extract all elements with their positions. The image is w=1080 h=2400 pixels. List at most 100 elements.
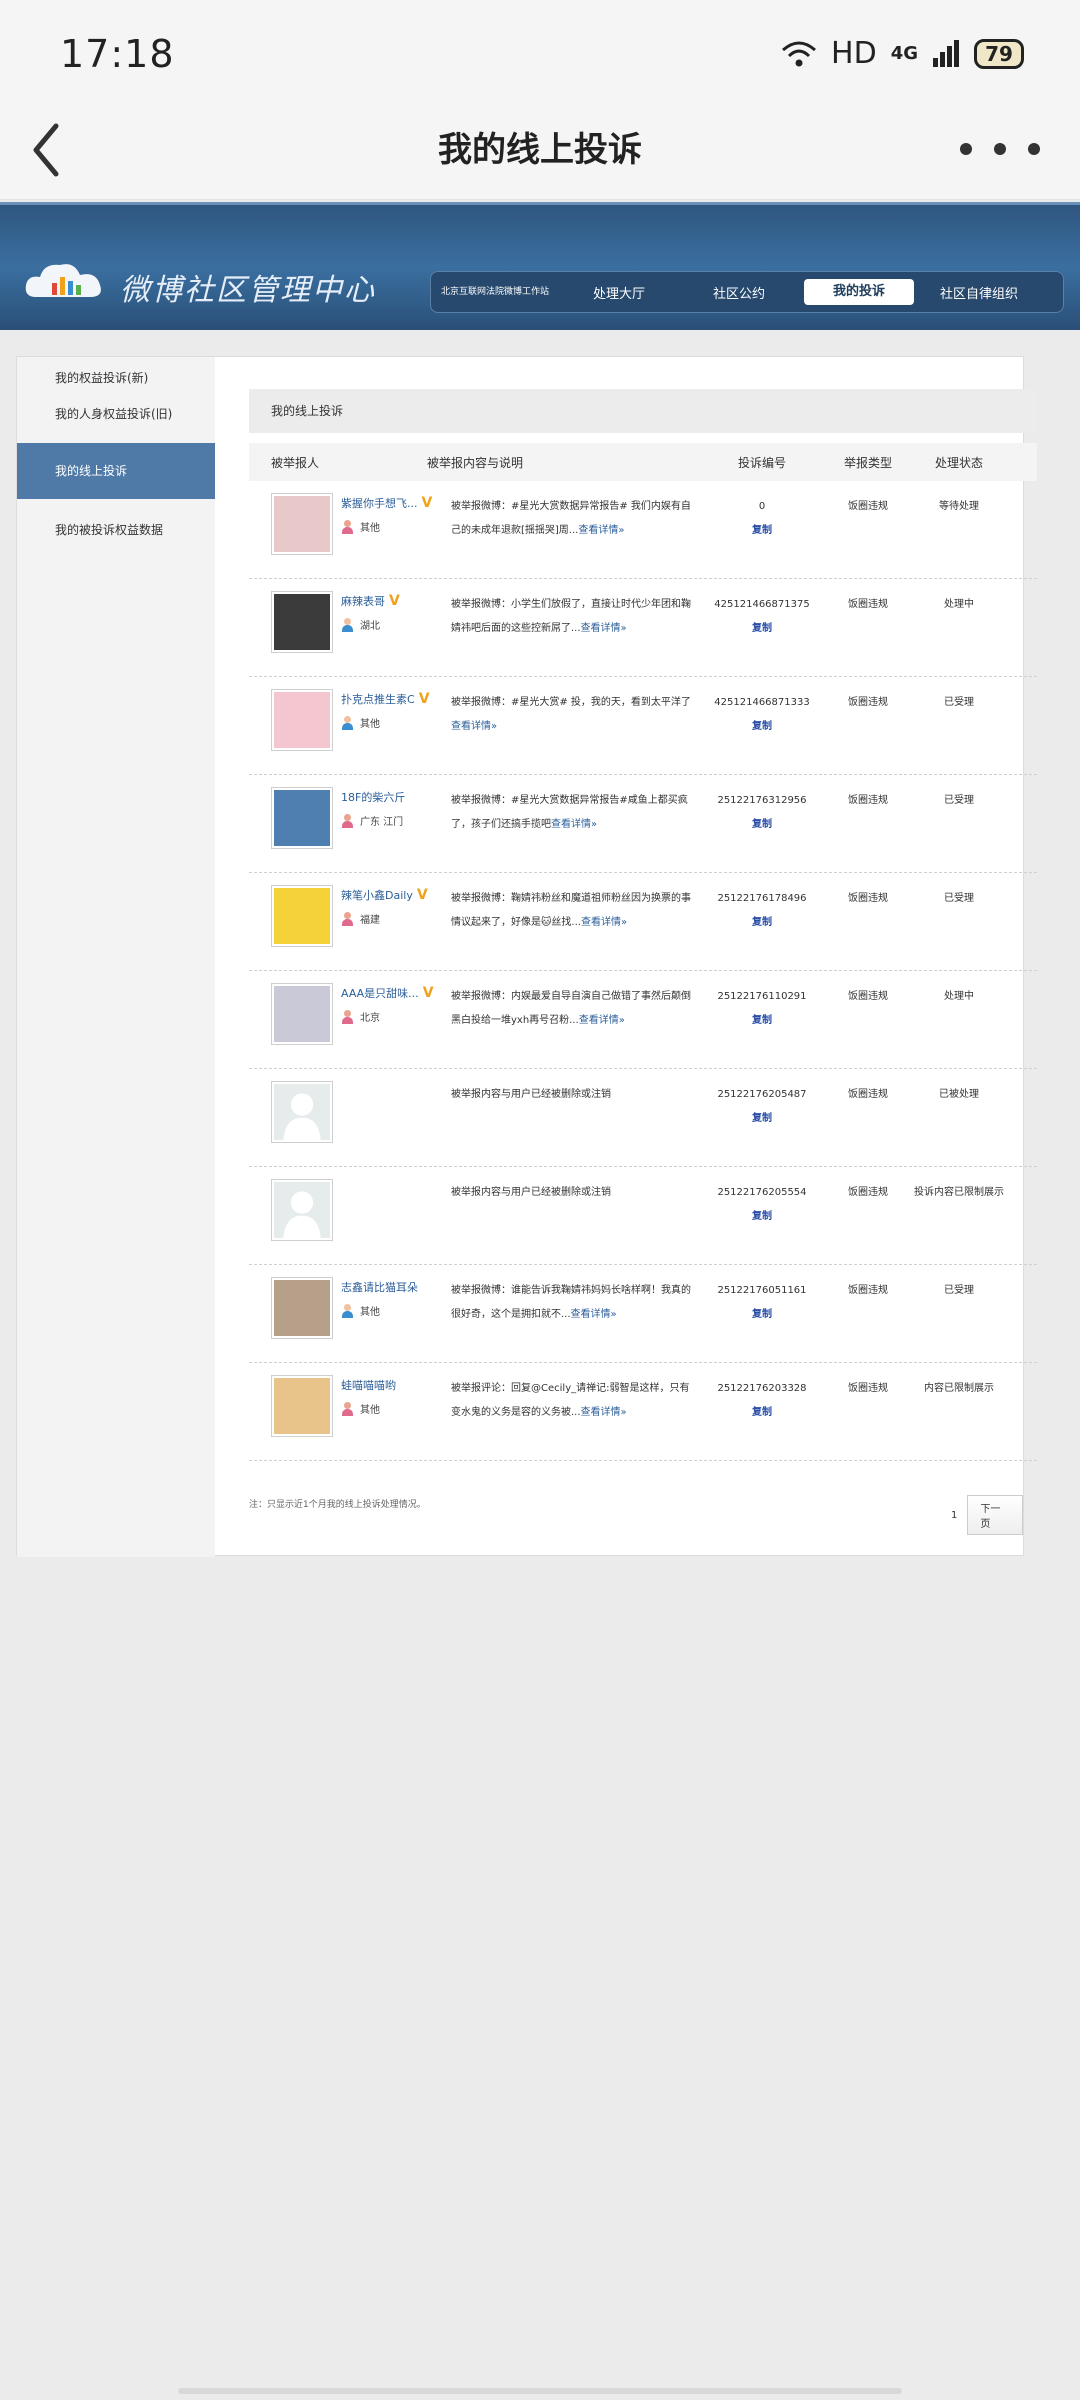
table-row: 被举报内容与用户已经被删除或注销 25122176205487 复制 饭圈违规 已被处理 [249, 1069, 1037, 1167]
reported-user-name[interactable]: 志鑫请比猫耳朵 [341, 1279, 418, 1295]
complaint-content: 被举报内容与用户已经被删除或注销 [451, 1181, 696, 1205]
reported-user-name[interactable]: 18F的柴六斤 [341, 789, 405, 805]
user-location: 其他 [341, 1401, 380, 1416]
copy-link[interactable]: 复制 [702, 519, 822, 543]
avatar[interactable] [271, 689, 333, 751]
female-user-icon [341, 911, 354, 926]
content-text: 被举报微博：#星光大赏数据异常报告# 我们内娱有自己的未成年退款[揺揺哭]周..… [451, 501, 691, 536]
avatar[interactable] [271, 1277, 333, 1339]
reported-user-name[interactable]: 紫握你手想飞... V [341, 495, 432, 511]
reported-user-nick[interactable]: 志鑫请比猫耳朵 [341, 1281, 418, 1294]
reported-user-nick[interactable]: 辣笔小鑫Daily [341, 889, 413, 902]
report-type: 饭圈违规 [848, 1187, 888, 1198]
table-row: 蛙喵喵喵哟其他 被举报评论：回复@Cecily_请禅记:弱智是这样，只有变水鬼的义… [249, 1363, 1037, 1461]
status-bar: 17:18 HD 4G 79 [0, 0, 1080, 100]
avatar[interactable] [271, 493, 333, 555]
reported-user-nick[interactable]: 扑克点推生素C [341, 693, 415, 706]
default-avatar-icon [274, 1182, 330, 1238]
table-row: 麻辣表哥 V 湖北 被举报微博：小学生们放假了，直接让时代少年团和鞠婧祎吧后面的这些控… [249, 579, 1037, 677]
copy-link[interactable]: 复制 [702, 1205, 822, 1229]
table-row: 志鑫请比猫耳朵 其他 被举报微博：谁能告诉我鞠婧祎妈妈长啥样啊！我真的很好奇，这个是… [249, 1265, 1037, 1363]
next-page-button[interactable]: 下一页 [967, 1495, 1023, 1535]
view-detail-link[interactable]: 查看详情» [451, 721, 497, 732]
side-item-online-complaints[interactable]: 我的线上投诉 [17, 443, 215, 499]
avatar[interactable] [271, 1375, 333, 1437]
view-detail-link[interactable]: 查看详情» [581, 917, 627, 928]
view-detail-link[interactable]: 查看详情» [581, 1407, 627, 1418]
view-detail-link[interactable]: 查看详情» [551, 819, 597, 830]
content-text: 被举报内容与用户已经被删除或注销 [451, 1089, 611, 1100]
reported-user-name[interactable]: 蛙喵喵喵哟 [341, 1377, 396, 1393]
avatar[interactable] [271, 983, 333, 1045]
avatar[interactable] [271, 885, 333, 947]
male-user-icon [341, 715, 354, 730]
complaint-id: 25122176203328 [717, 1383, 807, 1394]
side-item-complained-data[interactable]: 我的被投诉权益数据 [17, 511, 215, 549]
side-item-rights-new[interactable]: 我的权益投诉(新) [17, 361, 215, 395]
male-user-icon [341, 617, 354, 632]
complaint-content: 被举报微博：鞠婧祎粉丝和魔道祖师粉丝因为换票的事情议起来了，好像是🐱丝找...查… [451, 887, 696, 935]
battery-icon: 79 [974, 38, 1024, 69]
complaint-id-cell: 25122176110291 复制 [702, 985, 822, 1033]
reported-user-name[interactable]: 麻辣表哥 V [341, 593, 400, 609]
content-text: 被举报微博：鞠婧祎粉丝和魔道祖师粉丝因为换票的事情议起来了，好像是🐱丝找... [451, 893, 691, 928]
view-detail-link[interactable]: 查看详情» [571, 1309, 617, 1320]
nav-self-regulation[interactable]: 社区自律组织 [919, 283, 1039, 302]
complaint-content: 被举报微博：#星光大赏# 投，我的天，看到太平洋了查看详情» [451, 691, 696, 739]
default-avatar-icon [274, 1084, 330, 1140]
copy-link[interactable]: 复制 [702, 813, 822, 837]
complaint-id: 25122176110291 [717, 991, 807, 1002]
reported-user-name[interactable]: AAA是只甜味... V [341, 985, 434, 1001]
complaint-id-cell: 425121466871375 复制 [702, 593, 822, 641]
side-item-personal-rights-old[interactable]: 我的人身权益投诉(旧) [17, 395, 215, 433]
complaint-id: 25122176051161 [717, 1285, 807, 1296]
avatar-image [274, 1280, 330, 1336]
view-detail-link[interactable]: 查看详情» [581, 623, 627, 634]
nav-hall[interactable]: 处理大厅 [559, 283, 679, 302]
reported-user-nick[interactable]: 紫握你手想飞... [341, 497, 418, 510]
nav-convention[interactable]: 社区公约 [679, 283, 799, 302]
nav-my-complaints[interactable]: 我的投诉 [804, 279, 914, 305]
complaint-id: 0 [758, 501, 766, 512]
copy-link[interactable]: 复制 [702, 1401, 822, 1425]
complaint-content: 被举报微博：#星光大赏数据异常报告# 我们内娱有自己的未成年退款[揺揺哭]周..… [451, 495, 696, 543]
avatar[interactable] [271, 787, 333, 849]
copy-link[interactable]: 复制 [702, 911, 822, 935]
copy-link[interactable]: 复制 [702, 617, 822, 641]
user-location: 湖北 [341, 617, 380, 632]
complaint-content: 被举报内容与用户已经被删除或注销 [451, 1083, 696, 1107]
reported-user-name[interactable]: 扑克点推生素C V [341, 691, 430, 707]
more-button[interactable] [960, 124, 1040, 174]
view-detail-link[interactable]: 查看详情» [579, 1015, 625, 1026]
reported-user-nick[interactable]: 麻辣表哥 [341, 595, 385, 608]
copy-link[interactable]: 复制 [702, 1303, 822, 1327]
avatar-image [274, 1378, 330, 1434]
reported-user-nick[interactable]: 蛙喵喵喵哟 [341, 1379, 396, 1392]
complaint-content: 被举报评论：回复@Cecily_请禅记:弱智是这样，只有变水鬼的义务是容的义务被… [451, 1377, 696, 1425]
avatar[interactable] [271, 591, 333, 653]
avatar-image [274, 888, 330, 944]
status-text: 已被处理 [939, 1089, 979, 1100]
reported-user-nick[interactable]: 18F的柴六斤 [341, 791, 405, 804]
copy-link[interactable]: 复制 [702, 715, 822, 739]
user-location: 福建 [341, 911, 380, 926]
view-detail-link[interactable]: 查看详情» [578, 525, 624, 536]
copy-link[interactable]: 复制 [702, 1107, 822, 1131]
nav-court-station[interactable]: 北京互联网法院微博工作站 [431, 286, 559, 298]
table-header: 被举报人 被举报内容与说明 投诉编号 举报类型 处理状态 [249, 443, 1037, 481]
battery-level: 79 [985, 41, 1013, 66]
female-user-icon [341, 519, 354, 534]
status-text: 已受理 [944, 795, 974, 806]
app-bar: 我的线上投诉 [0, 100, 1080, 200]
female-user-icon [341, 813, 354, 828]
report-type: 饭圈违规 [848, 1383, 888, 1394]
home-indicator [178, 2388, 902, 2394]
avatar[interactable] [271, 1179, 333, 1241]
avatar[interactable] [271, 1081, 333, 1143]
complaint-id: 25122176178496 [717, 893, 807, 904]
page-number[interactable]: 1 [951, 1510, 957, 1521]
reported-user-nick[interactable]: AAA是只甜味... [341, 987, 419, 1000]
copy-link[interactable]: 复制 [702, 1009, 822, 1033]
reported-user-name[interactable]: 辣笔小鑫Daily V [341, 887, 428, 903]
network-hd-label: HD [831, 36, 877, 71]
